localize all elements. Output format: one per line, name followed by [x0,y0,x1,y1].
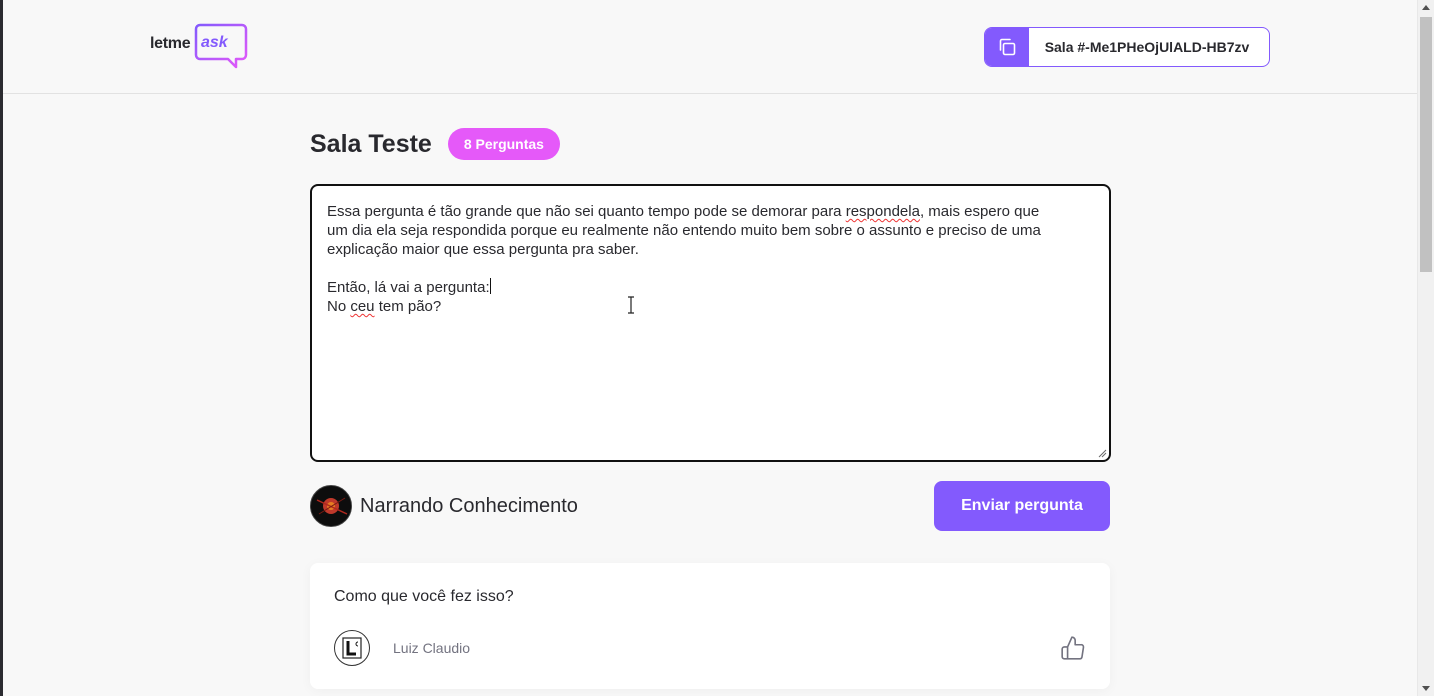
scroll-thumb[interactable] [1420,17,1432,272]
text-caret [489,278,491,294]
question-content: Como que você fez isso? [334,588,514,605]
logo-text-ask: ask [201,34,228,51]
question-textarea[interactable]: Essa pergunta é tão grande que não sei q… [310,184,1111,462]
textarea-line-2: um dia ela seja respondida porque eu rea… [327,222,1041,239]
send-question-button[interactable]: Enviar pergunta [934,481,1110,531]
room-title: Sala Teste [310,129,432,158]
question-card: Como que você fez isso? Luiz Claudio [310,563,1110,689]
question-count-badge: 8 Perguntas [447,128,560,160]
misspelled-word: ceu [350,298,375,315]
question-footer: Luiz Claudio [334,630,1086,666]
user-info: Narrando Conhecimento [310,485,578,527]
window-edge [0,0,3,696]
textarea-line-4 [327,259,1094,278]
thumbs-up-icon [1061,636,1085,660]
user-name: Narrando Conhecimento [360,494,578,517]
text-cursor-icon [628,296,634,314]
author-avatar [334,630,370,666]
form-footer: Narrando Conhecimento Enviar pergunta [310,481,1110,531]
copy-room-code-button[interactable]: Sala #-Me1PHeOjUlALD-HB7zv [984,27,1270,67]
scroll-up-icon[interactable] [1422,5,1430,10]
letmeask-logo[interactable]: letme ask [150,22,250,70]
avatar [310,485,352,527]
misspelled-word: respondela [845,203,920,220]
page-header: letme ask Sala #-Me1PHeOjUlALD-HB7zv [3,0,1417,94]
textarea-line-3: explicação maior que essa pergunta pra s… [327,241,639,258]
author-name: Luiz Claudio [393,640,471,656]
textarea-line-1: Essa pergunta é tão grande que não sei q… [327,203,1040,220]
question-author: Luiz Claudio [334,630,470,666]
logo-text-letme: letme [150,35,191,52]
room-title-row: Sala Teste 8 Perguntas [310,128,560,160]
page-scrollbar[interactable] [1417,0,1434,696]
room-code-label: Sala #-Me1PHeOjUlALD-HB7zv [1044,39,1250,55]
textarea-line-5: Então, lá vai a pergunta: [327,278,491,296]
resize-handle-icon[interactable] [1098,449,1107,458]
scroll-down-icon[interactable] [1422,686,1430,691]
copy-icon [985,28,1029,66]
like-button[interactable] [1060,635,1086,661]
textarea-line-6: No ceu tem pão? [327,298,442,315]
